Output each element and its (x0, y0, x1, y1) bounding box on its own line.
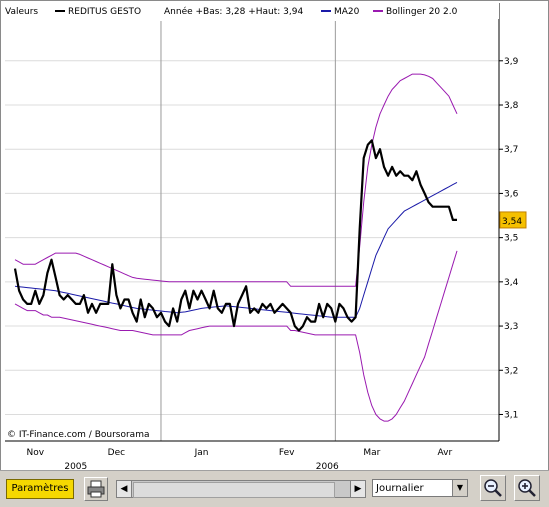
y-tick-label: 3,3 (504, 322, 518, 332)
chevron-down-icon[interactable]: ▼ (452, 480, 467, 496)
y-tick-label: 3,4 (504, 278, 519, 288)
copyright-label: © IT-Finance.com / Boursorama (7, 430, 149, 440)
y-tick-label: 3,9 (504, 57, 519, 67)
printer-icon[interactable] (84, 477, 108, 501)
last-price-label: 3,54 (502, 217, 522, 227)
scroll-left-button[interactable]: ◀ (117, 481, 132, 497)
period-select-value: Journalier (376, 483, 424, 494)
x-month-label: Jan (194, 448, 209, 458)
legend-ma-name: MA20 (334, 7, 360, 17)
scroll-thumb[interactable] (133, 482, 335, 498)
chart-scrollbar[interactable]: ◀ ▶ (116, 480, 366, 498)
y-tick-label: 3,6 (504, 189, 519, 199)
period-select[interactable]: Journalier ▼ (372, 479, 468, 497)
y-tick-label: 3,7 (504, 145, 518, 155)
x-month-label: Dec (108, 448, 125, 458)
legend-valeurs: Valeurs (5, 7, 38, 17)
y-tick-label: 3,1 (504, 410, 518, 420)
x-month-label: Mar (363, 448, 380, 458)
y-tick-label: 3,5 (504, 234, 518, 244)
x-month-label: Avr (438, 448, 453, 458)
x-month-label: Fev (279, 448, 295, 458)
x-month-label: Nov (26, 448, 44, 458)
chart-toolbar: Paramètres ◀ ▶ Journalier ▼ (0, 470, 549, 507)
plot-area (5, 21, 499, 441)
chart-frame: 3,1 3,2 3,3 3,4 3,5 3,6 3,7 3,8 3,9 Nov Dec Jan Fev M… (0, 0, 549, 506)
legend-series-name: REDITUS GESTO (68, 7, 141, 17)
y-tick-label: 3,8 (504, 101, 519, 111)
price-chart: 3,1 3,2 3,3 3,4 3,5 3,6 3,7 3,8 3,9 Nov Dec Jan Fev M… (1, 1, 527, 471)
zoom-in-icon[interactable] (514, 475, 540, 501)
y-tick-label: 3,2 (504, 366, 518, 376)
legend-bollinger-name: Bollinger 20 2.0 (386, 7, 458, 17)
scroll-right-button[interactable]: ▶ (350, 481, 365, 497)
parametres-button[interactable]: Paramètres (6, 479, 74, 499)
legend-stats: Année +Bas: 3,28 +Haut: 3,94 (164, 6, 303, 17)
zoom-out-icon[interactable] (480, 475, 506, 501)
